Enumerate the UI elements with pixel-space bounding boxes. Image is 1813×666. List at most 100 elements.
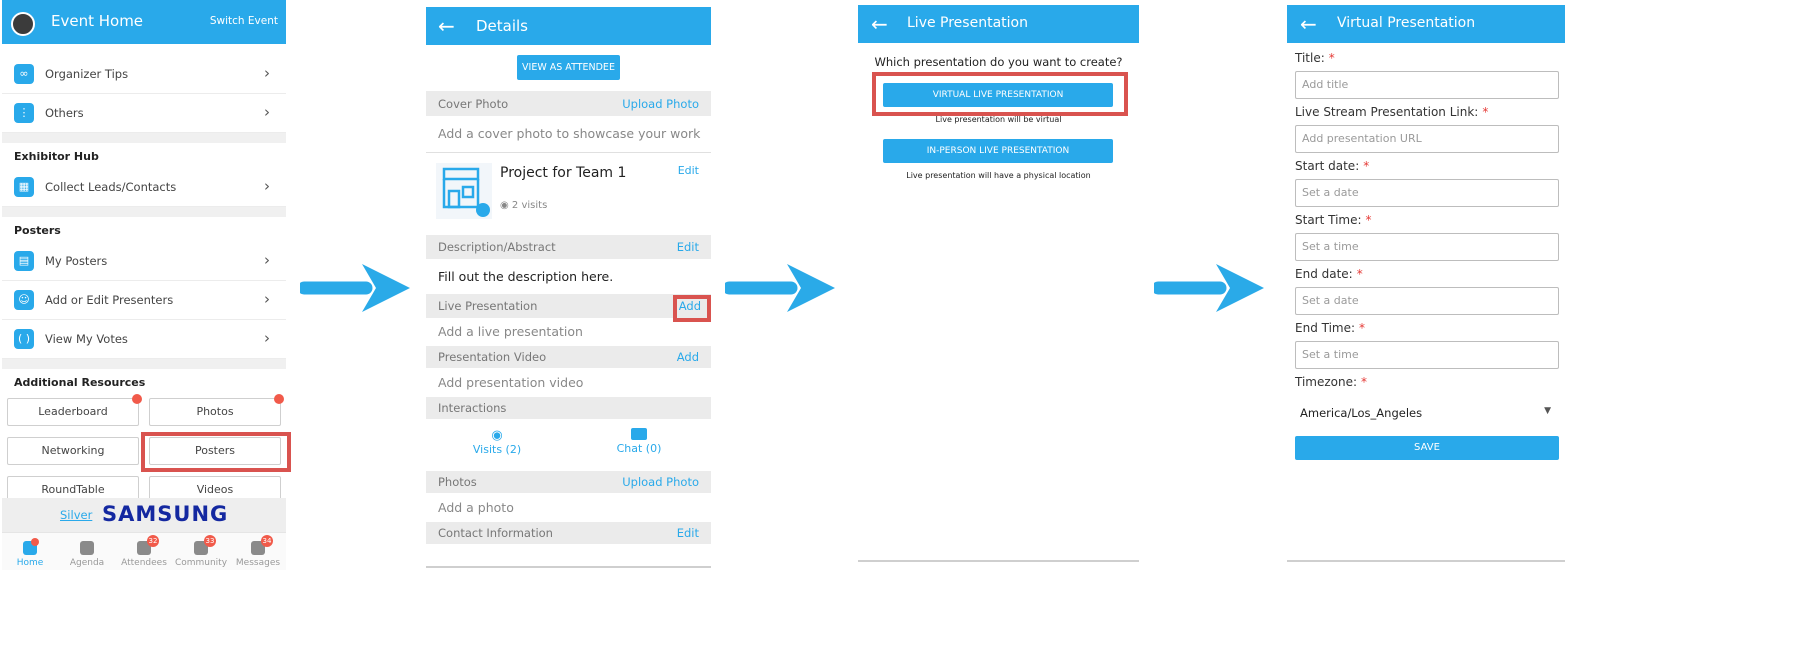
required-mark: * [1359,321,1366,335]
view-as-attendee-button[interactable]: VIEW AS ATTENDEE [517,55,620,80]
tab-messages[interactable]: 34 Messages [230,535,286,568]
highlight-box-posters [141,432,291,472]
back-arrow-icon[interactable]: ← [871,14,888,34]
votes-icon: ( ) [14,329,34,349]
placeholder: Add presentation URL [1302,132,1422,145]
tab-badge [31,538,39,546]
add-video-link[interactable]: Add [677,350,699,364]
video-hint: Add presentation video [438,375,584,390]
bottom-tab-bar: Home Agenda 32 Attendees 33 Community 34… [2,532,286,570]
page-title: Live Presentation [907,15,1028,31]
event-avatar[interactable] [11,12,35,36]
photos-button[interactable]: Photos [149,398,281,426]
messages-icon: 34 [251,535,273,555]
required-mark: * [1482,105,1489,119]
menu-row-view-my-votes[interactable]: ( ) View My Votes › [2,320,286,359]
end-date-input[interactable]: Set a date [1295,287,1559,315]
photos-header: Photos Upload Photo [426,471,711,493]
start-date-input[interactable]: Set a date [1295,179,1559,207]
upload-photo-link[interactable]: Upload Photo [622,475,699,489]
sponsor-banner[interactable]: Silver SAMSUNG [2,498,286,532]
tab-agenda[interactable]: Agenda [59,541,115,568]
menu-label: View My Votes [45,332,128,346]
virtual-presentation-screen: ← Virtual Presentation Title: * Add title… [1287,0,1565,562]
networking-button[interactable]: Networking [7,437,139,465]
tab-label: Agenda [69,558,105,568]
back-arrow-icon[interactable]: ← [438,16,455,36]
visits-button[interactable]: ◉ Visits (2) [466,428,528,456]
highlight-box-add [673,295,711,322]
page-title: Details [476,17,529,35]
back-arrow-icon[interactable]: ← [1300,14,1317,34]
page-title: Event Home [51,12,144,30]
tab-community[interactable]: 33 Community [173,535,229,568]
visits-text: 2 visits [511,200,548,211]
section-label: Photos [438,475,477,489]
project-title: Project for Team 1 [500,165,627,181]
title-input[interactable]: Add title [1295,71,1559,99]
app-bar: Event Home Switch Event [2,0,286,44]
contact-edit-link[interactable]: Edit [677,526,699,540]
menu-row-add-edit-presenters[interactable]: ☺ Add or Edit Presenters › [2,281,286,320]
upload-photo-link[interactable]: Upload Photo [622,97,699,111]
chevron-right-icon: › [264,290,270,308]
chevron-right-icon: › [264,251,270,269]
menu-row-organizer-tips[interactable]: ∞ Organizer Tips › [2,55,286,94]
start-date-label: Start date: * [1295,159,1369,173]
switch-event-button[interactable]: Switch Event [210,15,278,27]
tab-label: Attendees [121,558,167,568]
community-icon: 33 [194,535,216,555]
menu-row-collect-leads[interactable]: ▦ Collect Leads/Contacts › [2,168,286,207]
project-edit-link[interactable]: Edit [678,164,699,177]
notification-dot [132,394,142,404]
tab-label: Messages [235,558,281,568]
presentation-url-input[interactable]: Add presentation URL [1295,125,1559,153]
poster-board-icon: ▤ [14,251,34,271]
bottom-border [426,566,711,568]
in-person-note: Live presentation will have a physical l… [906,171,1091,180]
required-mark: * [1361,375,1368,389]
label-text: Timezone: [1295,375,1358,389]
tab-attendees[interactable]: 32 Attendees [116,535,172,568]
title-label: Title: * [1295,51,1335,65]
menu-label: Add or Edit Presenters [45,293,174,307]
tab-home[interactable]: Home [2,538,58,568]
menu-row-others[interactable]: ⋮ Others › [2,94,286,133]
question-text: Which presentation do you want to create… [874,55,1123,69]
eye-icon: ◉ [491,428,503,443]
chat-button-label: Chat (0) [616,442,662,455]
tab-badge: 33 [204,535,216,547]
end-date-label: End date: * [1295,267,1363,281]
flow-arrow-icon [725,264,835,312]
label-text: Start date: [1295,159,1360,173]
chat-bubble-icon [631,428,647,440]
required-mark: * [1363,159,1370,173]
end-time-input[interactable]: Set a time [1295,341,1559,369]
posters-heading: Posters [14,224,61,237]
menu-row-my-posters[interactable]: ▤ My Posters › [2,242,286,281]
sponsor-level-link[interactable]: Silver [60,508,92,522]
description-edit-link[interactable]: Edit [677,240,699,254]
qr-code-icon: ▦ [14,177,34,197]
chevron-right-icon: › [264,64,270,82]
required-mark: * [1356,267,1363,281]
leaderboard-button[interactable]: Leaderboard [7,398,139,426]
timezone-select[interactable]: America/Los_Angeles ▼ [1295,399,1559,427]
description-header: Description/Abstract Edit [426,235,711,259]
attendees-icon: 32 [137,535,159,555]
section-label: Description/Abstract [438,240,556,254]
calendar-icon [80,541,94,555]
more-vertical-icon: ⋮ [14,103,34,123]
additional-resources-heading: Additional Resources [14,376,146,389]
menu-label: Others [45,106,84,120]
placeholder: Set a date [1302,186,1359,199]
label-text: Start Time: [1295,213,1362,227]
chat-button[interactable]: Chat (0) [612,428,666,455]
chevron-right-icon: › [264,103,270,121]
section-gap [2,133,286,143]
save-button[interactable]: SAVE [1295,436,1559,460]
start-time-input[interactable]: Set a time [1295,233,1559,261]
in-person-live-presentation-button[interactable]: IN-PERSON LIVE PRESENTATION [883,139,1113,163]
section-gap [2,359,286,369]
app-bar: ← Virtual Presentation [1287,5,1565,43]
